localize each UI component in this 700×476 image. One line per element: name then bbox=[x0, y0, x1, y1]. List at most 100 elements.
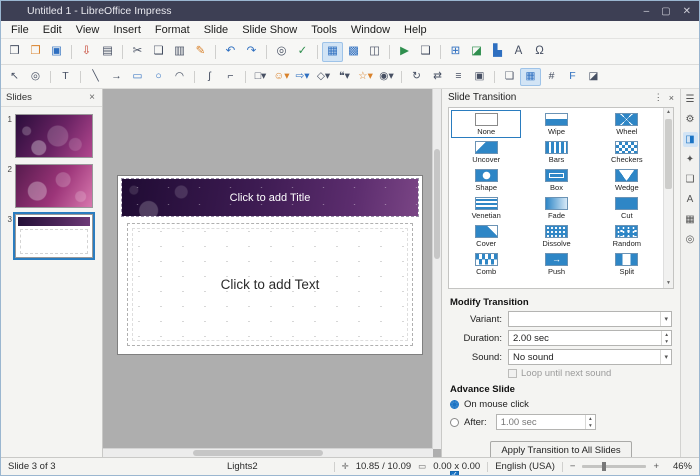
ellipse-button[interactable]: ○ bbox=[148, 68, 169, 86]
menu-window[interactable]: Window bbox=[344, 23, 397, 37]
zoom-level[interactable]: 46% bbox=[666, 461, 692, 472]
snap-to-grid-button[interactable]: ▩ bbox=[343, 42, 364, 62]
slide-canvas[interactable]: Click to add Title Click to add Text bbox=[117, 175, 423, 355]
close-button[interactable]: ✕ bbox=[683, 6, 691, 17]
master-slide-name[interactable]: Lights2 bbox=[227, 461, 327, 472]
separator[interactable] bbox=[67, 42, 76, 62]
align-button[interactable]: ≡ bbox=[448, 68, 469, 86]
close-icon[interactable]: × bbox=[87, 92, 97, 103]
transition-option[interactable]: Dissolve bbox=[521, 222, 591, 250]
maximize-button[interactable]: ▢ bbox=[661, 6, 670, 17]
spin-up-icon[interactable] bbox=[662, 331, 671, 338]
line-button[interactable]: ╲ bbox=[85, 68, 106, 86]
transition-option[interactable]: Cut bbox=[592, 194, 662, 222]
separator[interactable] bbox=[490, 68, 499, 86]
curve-button[interactable]: ʃ bbox=[199, 68, 220, 86]
cut-button[interactable]: ✂ bbox=[127, 42, 148, 62]
separator[interactable] bbox=[241, 68, 250, 86]
slide-thumbnail[interactable] bbox=[15, 114, 93, 158]
rectangle-button[interactable]: ▭ bbox=[127, 68, 148, 86]
insert-textbox-button[interactable]: A bbox=[508, 42, 529, 62]
menu-edit[interactable]: Edit bbox=[36, 23, 69, 37]
master-slides-icon[interactable]: ❑ bbox=[683, 172, 698, 187]
scrollbar-thumb[interactable] bbox=[434, 149, 440, 259]
title-placeholder[interactable]: Click to add Title bbox=[121, 178, 419, 217]
separator[interactable] bbox=[397, 68, 406, 86]
start-slideshow-button[interactable]: ▶ bbox=[394, 42, 415, 62]
flowchart-button[interactable]: ◇▾ bbox=[313, 68, 334, 86]
minimize-button[interactable]: – bbox=[644, 6, 650, 17]
vertical-scrollbar[interactable] bbox=[432, 89, 441, 449]
chevron-down-icon[interactable] bbox=[660, 350, 671, 364]
arrange-button[interactable]: ▣ bbox=[469, 68, 490, 86]
language-status[interactable]: English (USA) bbox=[495, 461, 555, 472]
transition-option[interactable]: Wipe bbox=[521, 110, 591, 138]
insert-chart-button[interactable]: ▙ bbox=[487, 42, 508, 62]
spelling-button[interactable]: ✓ bbox=[292, 42, 313, 62]
after-radio[interactable] bbox=[450, 417, 459, 427]
snap-guides-button[interactable]: # bbox=[541, 68, 562, 86]
save-button[interactable]: ▣ bbox=[46, 42, 67, 62]
horizontal-scrollbar[interactable] bbox=[103, 448, 433, 457]
clone-formatting-button[interactable]: ✎ bbox=[190, 42, 211, 62]
navigator-icon[interactable]: ◎ bbox=[683, 232, 698, 247]
separator[interactable] bbox=[76, 68, 85, 86]
slide-editor[interactable]: Click to add Title Click to add Text bbox=[103, 89, 441, 457]
line-arrow-button[interactable]: → bbox=[106, 68, 127, 86]
menu-help[interactable]: Help bbox=[397, 23, 434, 37]
transition-option[interactable]: Push bbox=[521, 250, 591, 278]
separator[interactable] bbox=[190, 68, 199, 86]
arc-button[interactable]: ◠ bbox=[169, 68, 190, 86]
variant-dropdown[interactable] bbox=[508, 311, 672, 327]
separator[interactable] bbox=[118, 42, 127, 62]
zoom-slider-thumb[interactable] bbox=[601, 462, 606, 471]
copy-button[interactable]: ❏ bbox=[148, 42, 169, 62]
scrollbar-thumb[interactable] bbox=[665, 119, 672, 189]
properties-icon[interactable]: ⚙ bbox=[683, 112, 698, 127]
scroll-down-icon[interactable]: ▼ bbox=[664, 279, 673, 288]
separator[interactable] bbox=[262, 42, 271, 62]
undo-button[interactable]: ↶ bbox=[220, 42, 241, 62]
new-button[interactable]: ❒ bbox=[4, 42, 25, 62]
text-placeholder[interactable]: Click to add Text bbox=[127, 223, 413, 346]
zoom-slider[interactable] bbox=[582, 462, 647, 471]
insert-table-button[interactable]: ⊞ bbox=[445, 42, 466, 62]
gallery-button[interactable]: ◪ bbox=[583, 68, 604, 86]
show-grid-button[interactable]: ▦ bbox=[520, 67, 541, 86]
transition-option[interactable]: Box bbox=[521, 166, 591, 194]
block-arrows-button[interactable]: ⇨▾ bbox=[292, 68, 313, 86]
transition-option[interactable]: Venetian bbox=[451, 194, 521, 222]
menu-file[interactable]: File bbox=[4, 23, 36, 37]
gallery-icon[interactable]: ▦ bbox=[683, 212, 698, 227]
transition-option[interactable]: Split bbox=[592, 250, 662, 278]
slide-thumbnail[interactable] bbox=[13, 212, 95, 260]
transition-scrollbar[interactable]: ▲ ▼ bbox=[663, 108, 673, 288]
transition-option[interactable]: Random bbox=[592, 222, 662, 250]
basic-shapes-button[interactable]: □▾ bbox=[250, 68, 271, 86]
open-button[interactable]: ❐ bbox=[25, 42, 46, 62]
slide-transition-icon[interactable]: ◨ bbox=[682, 132, 698, 147]
insert-special-char-button[interactable]: Ω bbox=[529, 42, 550, 62]
separator[interactable] bbox=[46, 68, 55, 86]
select-button[interactable]: ↖ bbox=[4, 68, 25, 86]
on-mouse-click-radio[interactable] bbox=[450, 400, 459, 409]
separator[interactable] bbox=[313, 42, 322, 62]
zoom-in-icon[interactable] bbox=[653, 461, 659, 472]
spin-down-icon[interactable] bbox=[662, 338, 671, 345]
loop-sound-checkbox[interactable] bbox=[508, 369, 517, 378]
menu-format[interactable]: Format bbox=[148, 23, 197, 37]
menu-slide[interactable]: Slide bbox=[197, 23, 235, 37]
chevron-down-icon[interactable] bbox=[660, 312, 671, 326]
separator[interactable] bbox=[211, 42, 220, 62]
sidebar-menu-icon[interactable]: ☰ bbox=[683, 92, 698, 107]
shadow-button[interactable]: ❏ bbox=[499, 68, 520, 86]
spin-down-icon[interactable] bbox=[586, 422, 595, 429]
insert-image-button[interactable]: ◪ bbox=[466, 42, 487, 62]
spinner-buttons[interactable] bbox=[584, 415, 595, 429]
slide-thumbnail[interactable] bbox=[15, 164, 93, 208]
zoom-button[interactable]: ◎ bbox=[25, 68, 46, 86]
redo-button[interactable]: ↷ bbox=[241, 42, 262, 62]
separator[interactable] bbox=[385, 42, 394, 62]
separator[interactable] bbox=[436, 42, 445, 62]
menu-insert[interactable]: Insert bbox=[106, 23, 148, 37]
